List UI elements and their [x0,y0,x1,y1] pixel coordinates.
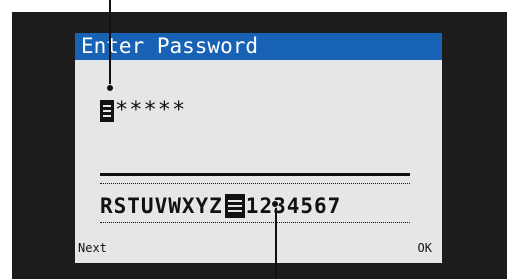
callout-line-bottom [275,206,277,279]
password-field[interactable]: ***** [100,99,186,123]
callout-dot-top [106,84,114,92]
charset-after-cursor: 1234567 [245,194,342,218]
divider-solid [100,173,410,176]
ok-softkey[interactable]: OK [418,241,432,255]
next-softkey[interactable]: Next [78,241,107,255]
lcd-screen: Enter Password ***** RSTUVWXYZ 1234567 N… [75,33,442,263]
page-title: Enter Password [81,34,259,58]
callout-dot-bottom [271,200,279,208]
divider-dotted-top [100,183,410,184]
password-value: ***** [115,98,187,123]
charset-before-cursor: RSTUVWXYZ [100,194,223,218]
text-cursor-block-icon [100,100,114,122]
callout-line-top [109,0,111,88]
divider-dotted-bottom [100,222,410,223]
selection-cursor-block-icon[interactable] [224,194,245,218]
character-selector[interactable]: RSTUVWXYZ 1234567 [100,193,341,219]
title-bar: Enter Password [75,33,442,60]
